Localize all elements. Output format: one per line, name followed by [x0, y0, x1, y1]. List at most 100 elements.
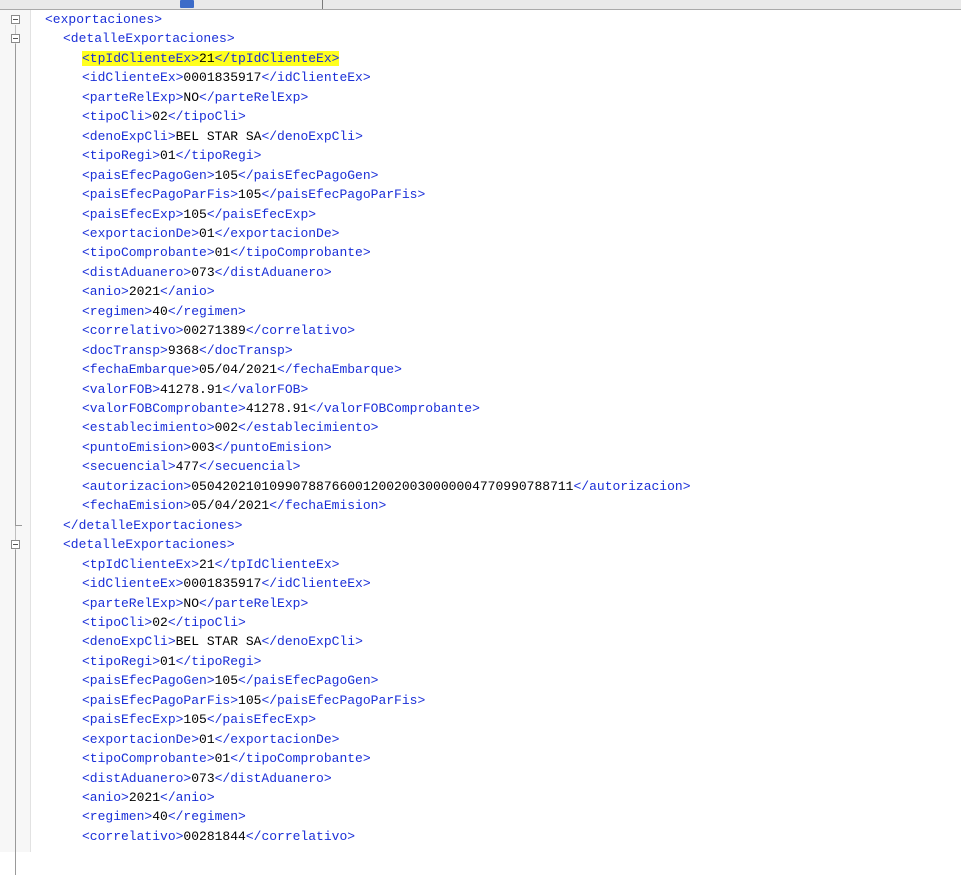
xml-element: <regimen>40</regimen>: [82, 304, 246, 319]
xml-close-tag: </establecimiento>: [238, 420, 379, 436]
xml-close-tag: </anio>: [160, 284, 215, 300]
xml-element: <denoExpCli>BEL STAR SA</denoExpCli>: [82, 129, 363, 144]
xml-open-tag: <paisEfecExp>: [82, 712, 184, 728]
xml-field-line: <valorFOBComprobante>41278.91</valorFOBC…: [82, 399, 480, 418]
xml-value: 02: [152, 614, 168, 630]
xml-close-tag: </regimen>: [167, 809, 246, 825]
xml-element: <parteRelExp>NO</parteRelExp>: [82, 90, 308, 105]
xml-open-tag: <parteRelExp>: [82, 89, 184, 105]
xml-open-tag: <valorFOB>: [82, 381, 161, 397]
xml-close-tag: </tipoCli>: [167, 109, 246, 125]
xml-close-tag: </correlativo>: [245, 828, 356, 844]
xml-open-tag: <idClienteEx>: [82, 70, 184, 86]
xml-open-tag: <paisEfecPagoParFis>: [82, 187, 239, 203]
xml-element: <correlativo>00281844</correlativo>: [82, 829, 355, 844]
xml-open-tag: <tipoCli>: [82, 614, 153, 630]
fold-toggle-icon[interactable]: [11, 34, 20, 44]
editor-tab-bar: [0, 0, 961, 10]
xml-close-tag: </paisEfecPagoParFis>: [261, 187, 426, 203]
xml-close-tag: </secuencial>: [199, 459, 301, 475]
xml-value: 105: [214, 167, 239, 183]
search-highlight: <tpIdClienteEx>21</tpIdClienteEx>: [82, 50, 340, 66]
xml-field-line: <regimen>40</regimen>: [82, 807, 246, 826]
xml-open-tag: <paisEfecPagoGen>: [82, 673, 215, 689]
xml-open-tag: <distAduanero>: [82, 264, 192, 280]
xml-open-tag: <detalleExportaciones>: [63, 537, 235, 553]
xml-field-line: <parteRelExp>NO</parteRelExp>: [82, 88, 308, 107]
xml-open-tag: <tipoRegi>: [82, 653, 161, 669]
xml-close-tag: </denoExpCli>: [261, 634, 363, 650]
xml-field-line: <denoExpCli>BEL STAR SA</denoExpCli>: [82, 127, 363, 146]
xml-element: <puntoEmision>003</puntoEmision>: [82, 440, 332, 455]
tab-divider: [322, 0, 323, 9]
xml-value: 105: [183, 712, 207, 728]
xml-value: 477: [175, 459, 200, 475]
fold-toggle-icon[interactable]: [11, 15, 20, 24]
xml-value: 40: [152, 809, 168, 825]
xml-element: <exportacionDe>01</exportacionDe>: [82, 226, 339, 241]
xml-close-tag: </tpIdClienteEx>: [214, 50, 340, 66]
xml-value: 02: [152, 109, 168, 125]
xml-open-tag: <regimen>: [82, 809, 153, 825]
xml-open-tag: <tipoCli>: [82, 109, 153, 125]
xml-value: 01: [160, 148, 176, 164]
xml-element: <tipoCli>02</tipoCli>: [82, 109, 246, 124]
xml-open-tag: <idClienteEx>: [82, 576, 184, 592]
xml-block-close-line: </detalleExportaciones>: [63, 516, 242, 535]
xml-field-line: <correlativo>00281844</correlativo>: [82, 827, 355, 846]
xml-open-tag: <tipoComprobante>: [82, 751, 215, 767]
xml-open-tag: <fechaEmision>: [82, 498, 192, 514]
xml-open-tag: <paisEfecPagoGen>: [82, 167, 215, 183]
fold-toggle-icon[interactable]: [11, 540, 20, 550]
xml-open-tag: <denoExpCli>: [82, 634, 176, 650]
xml-element: <tipoComprobante>01</tipoComprobante>: [82, 245, 371, 260]
xml-field-line: <exportacionDe>01</exportacionDe>: [82, 224, 339, 243]
xml-close-tag: </valorFOBComprobante>: [308, 401, 480, 416]
xml-close-tag: </tipoRegi>: [175, 653, 262, 669]
xml-value: 21: [199, 50, 215, 66]
xml-open-tag: <paisEfecPagoParFis>: [82, 692, 239, 708]
xml-close-tag: </valorFOB>: [222, 381, 309, 397]
xml-field-line: <paisEfecPagoGen>105</paisEfecPagoGen>: [82, 671, 378, 690]
xml-value: 01: [160, 653, 176, 669]
xml-element: <idClienteEx>0001835917</idClienteEx>: [82, 576, 371, 591]
xml-element: <exportacionDe>01</exportacionDe>: [82, 732, 339, 747]
xml-value: 105: [238, 187, 262, 203]
fold-guide-line: [15, 550, 16, 875]
xml-field-line: <tipoCli>02</tipoCli>: [82, 613, 246, 632]
xml-open-tag: <puntoEmision>: [82, 439, 192, 455]
xml-value: 00281844: [183, 828, 246, 844]
xml-field-line: <denoExpCli>BEL STAR SA</denoExpCli>: [82, 632, 363, 651]
xml-value: 01: [214, 751, 231, 767]
xml-close-tag: </tipoComprobante>: [230, 751, 371, 767]
xml-close-tag: </parteRelExp>: [199, 89, 309, 105]
xml-open-tag: <tipoComprobante>: [82, 245, 215, 261]
xml-element: <docTransp>9368</docTransp>: [82, 343, 293, 358]
xml-value: 105: [183, 206, 207, 222]
xml-element: <tipoRegi>01</tipoRegi>: [82, 148, 261, 163]
xml-close-tag: </tipoRegi>: [175, 148, 262, 164]
xml-value: 05/04/2021: [199, 362, 278, 378]
xml-value: 00271389: [183, 323, 246, 339]
xml-root-line: <exportaciones>: [45, 10, 162, 29]
xml-close-tag: </exportacionDe>: [214, 731, 340, 747]
xml-field-line: <paisEfecPagoParFis>105</paisEfecPagoPar…: [82, 691, 425, 710]
xml-field-line: <establecimiento>002</establecimiento>: [82, 418, 378, 437]
xml-open-tag: <parteRelExp>: [82, 595, 184, 611]
xml-value: 0001835917: [183, 70, 262, 86]
xml-field-line: <docTransp>9368</docTransp>: [82, 341, 293, 360]
xml-field-line: <anio>2021</anio>: [82, 788, 215, 807]
xml-field-line: <idClienteEx>0001835917</idClienteEx>: [82, 68, 371, 87]
xml-field-line: <paisEfecExp>105</paisEfecExp>: [82, 205, 316, 224]
file-tab-icon[interactable]: [180, 0, 194, 8]
xml-value: 2021: [128, 284, 161, 300]
xml-element: <tipoRegi>01</tipoRegi>: [82, 654, 261, 669]
xml-field-line: <tpIdClienteEx>21</tpIdClienteEx>: [82, 555, 339, 574]
xml-open-tag: <paisEfecExp>: [82, 206, 184, 222]
xml-element: <parteRelExp>NO</parteRelExp>: [82, 596, 308, 611]
xml-field-line: <autorizacion>05042021010990788766001200…: [82, 477, 691, 496]
xml-open-tag: <establecimiento>: [82, 420, 215, 436]
xml-close-tag: </paisEfecPagoGen>: [238, 673, 379, 689]
xml-field-line: <tipoRegi>01</tipoRegi>: [82, 652, 261, 671]
xml-close-tag: </distAduanero>: [214, 264, 332, 280]
